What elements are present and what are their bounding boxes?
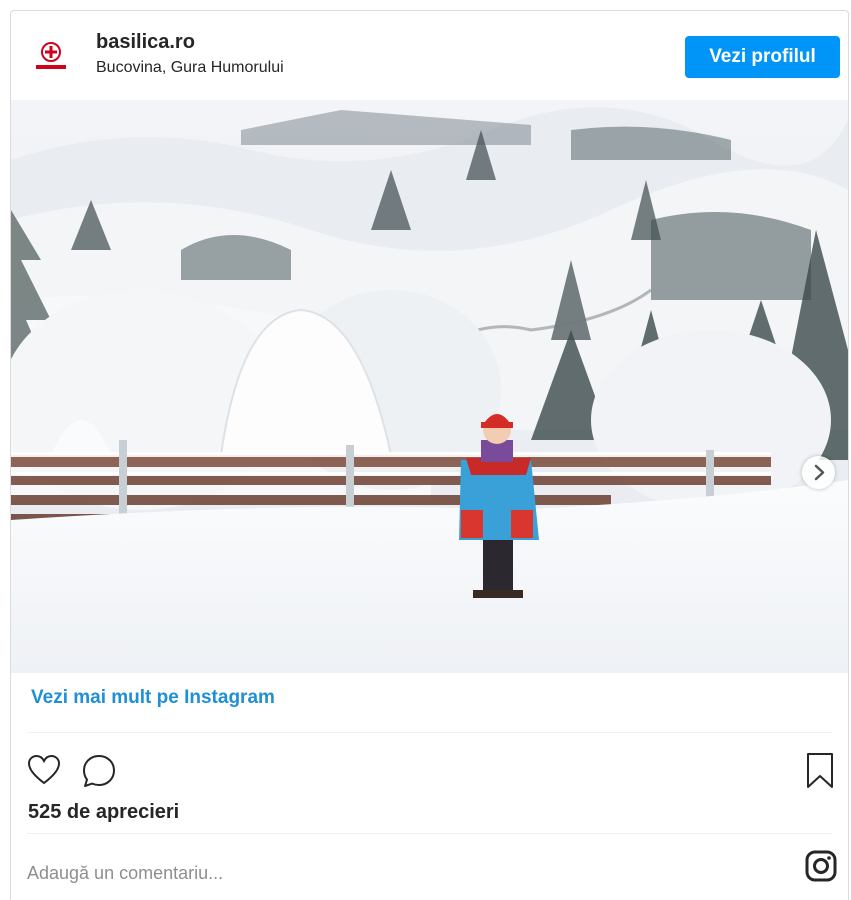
- next-photo-button[interactable]: [802, 456, 835, 489]
- username-link[interactable]: basilica.ro: [96, 31, 195, 54]
- winter-landscape-image: [11, 100, 848, 673]
- divider: [27, 833, 832, 834]
- instagram-embed: basilica.ro Bucovina, Gura Humorului Vez…: [10, 10, 849, 900]
- divider: [27, 732, 832, 733]
- post-photo[interactable]: [11, 100, 848, 673]
- instagram-logo-link[interactable]: [804, 849, 838, 888]
- instagram-icon: [805, 850, 837, 882]
- save-button[interactable]: [805, 752, 835, 795]
- comment-icon: [83, 755, 115, 787]
- view-profile-button[interactable]: Vezi profilul: [685, 36, 840, 78]
- view-more-link[interactable]: Vezi mai mult pe Instagram: [31, 687, 275, 709]
- comment-button[interactable]: [81, 754, 117, 793]
- like-button[interactable]: [27, 754, 61, 791]
- action-bar: [11, 746, 848, 796]
- basilica-logo-icon: [36, 42, 66, 69]
- avatar[interactable]: [31, 37, 71, 77]
- post-header: basilica.ro Bucovina, Gura Humorului Vez…: [11, 11, 848, 100]
- location-link[interactable]: Bucovina, Gura Humorului: [96, 59, 284, 77]
- chevron-right-icon: [814, 464, 825, 481]
- add-comment-input[interactable]: [27, 857, 767, 889]
- bookmark-icon: [807, 753, 833, 788]
- heart-icon: [27, 754, 61, 785]
- likes-count[interactable]: 525 de aprecieri: [28, 801, 179, 824]
